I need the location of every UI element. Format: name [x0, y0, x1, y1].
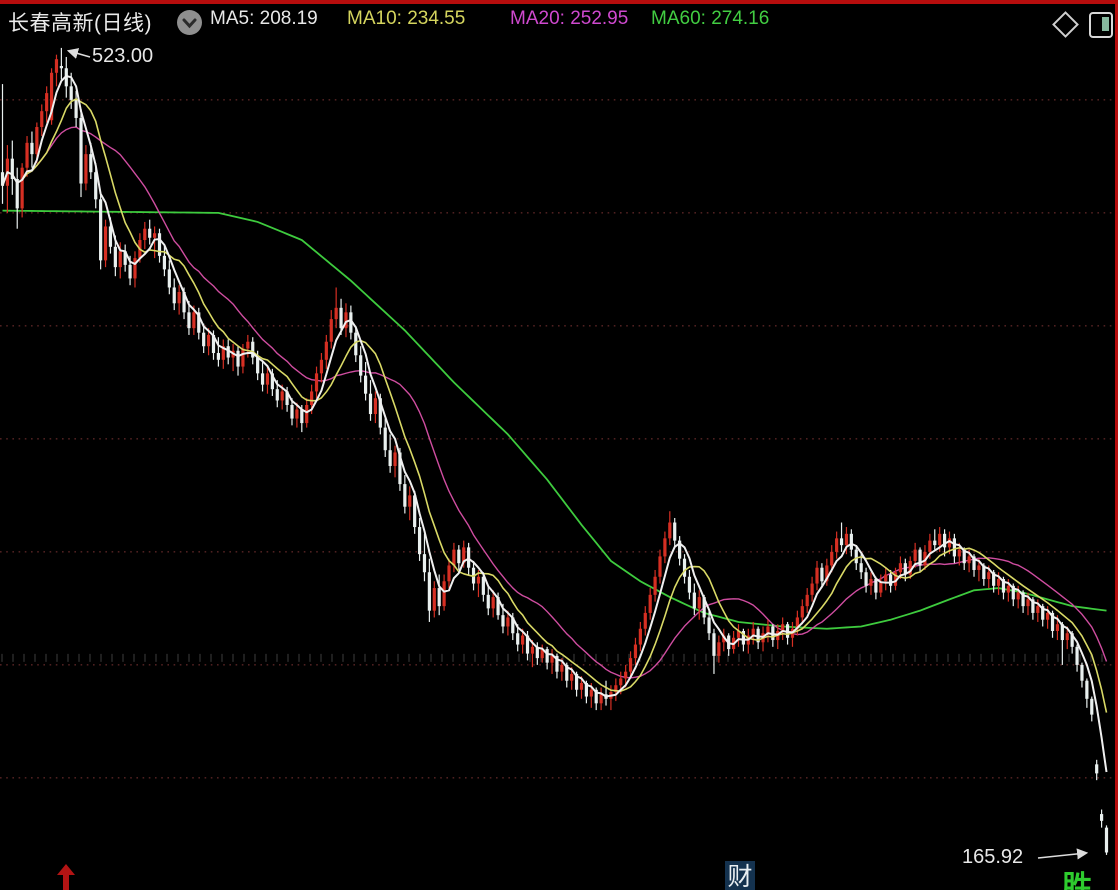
ma60-value: 274.16	[711, 8, 770, 29]
app-window: 523.00 165.92 长春高新(日线) MA5: 208.19 MA10: …	[0, 0, 1118, 890]
chevron-down-icon[interactable]	[177, 10, 202, 35]
chart-header: 长春高新(日线) MA5: 208.19 MA10: 234.55 MA20: …	[0, 4, 1118, 38]
watermark-cai: 财	[725, 861, 755, 890]
ma5-value: 208.19	[259, 8, 318, 29]
panel-toggle-bar	[1102, 17, 1109, 31]
ma5-readout: MA5: 208.19	[210, 8, 318, 30]
ma20-value: 252.95	[570, 8, 629, 29]
panel-toggle-icon[interactable]	[1089, 12, 1113, 38]
watermark-up-arrow-icon	[52, 862, 80, 890]
diamond-icon[interactable]	[1052, 11, 1079, 38]
ma60-readout: MA60: 274.16	[651, 8, 769, 30]
window-top-border	[0, 0, 1118, 4]
ma10-readout: MA10: 234.55	[347, 8, 465, 30]
low-annotation: 165.92	[962, 846, 1023, 868]
ma10-value: 234.55	[407, 8, 466, 29]
stock-title: 长春高新(日线)	[8, 12, 152, 35]
high-annotation: 523.00	[92, 45, 153, 67]
low-arrow-icon	[1037, 848, 1089, 860]
ma60-label: MA60:	[651, 8, 706, 29]
ma5-label: MA5:	[210, 8, 255, 29]
ma10-label: MA10:	[347, 8, 402, 29]
ma20-readout: MA20: 252.95	[510, 8, 628, 30]
ma20-label: MA20:	[510, 8, 565, 29]
watermark-sheng: 胜	[1062, 871, 1092, 890]
high-arrow-icon	[66, 48, 91, 59]
candlestick-chart[interactable]: 523.00 165.92	[0, 0, 1118, 890]
